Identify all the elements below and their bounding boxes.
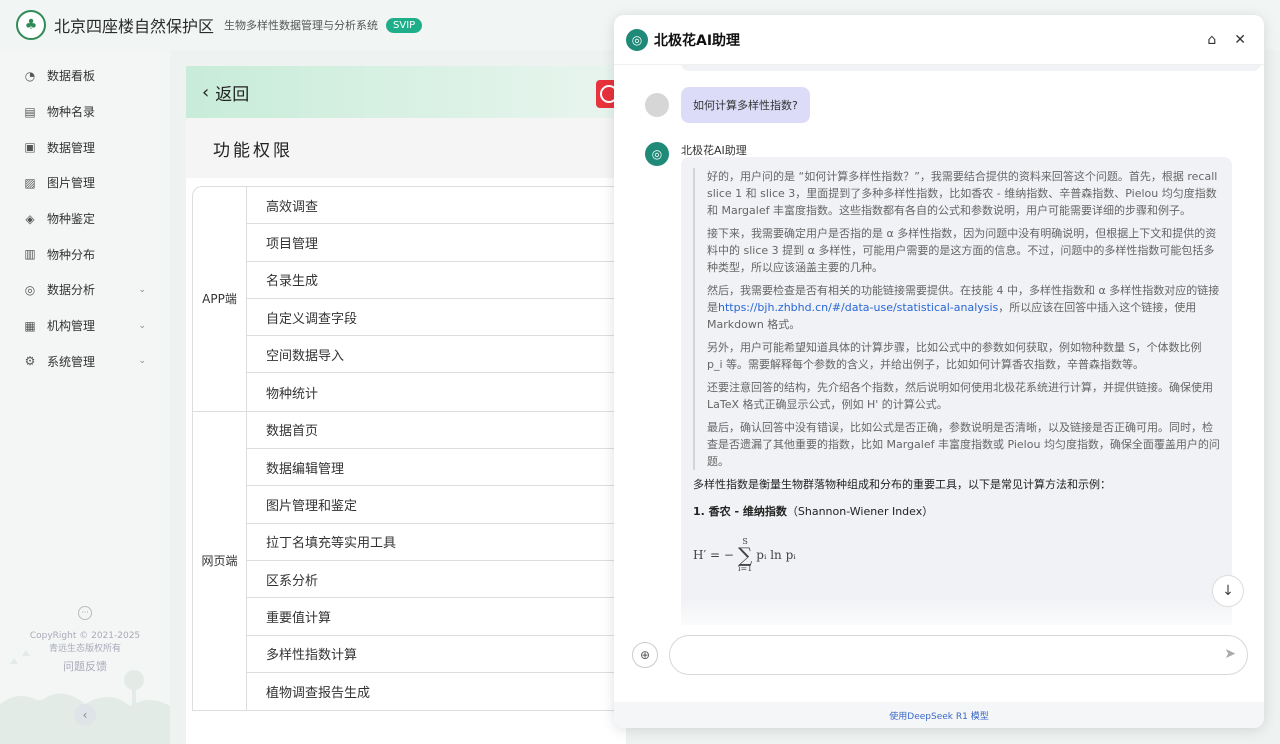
chevron-down-icon: ⌄ (138, 356, 146, 367)
answer-intro: 多样性指数是衡量生物群落物种组成和分布的重要工具，以下是常见计算方法和示例： (693, 478, 1111, 491)
user-question: 如何计算多样性指数? (681, 87, 810, 123)
image-icon: ▨ (24, 175, 36, 190)
chevron-down-icon: ⌄ (138, 284, 146, 295)
tree-logo-icon: ♣ (16, 10, 46, 40)
model-note[interactable]: 使用DeepSeek R1 模型 (614, 702, 1264, 728)
reasoning-paragraph: 还要注意回答的结构，先介绍各个指数，然后说明如何使用北极花系统进行计算，并提供链… (707, 381, 1213, 411)
permission-row: 图片管理和鉴定 (247, 486, 626, 524)
bot-answer-card: 好的，用户问的是 “如何计算多样性指数？”，我需要结合提供的资料来回答这个问题。… (681, 157, 1232, 625)
sidebar-item[interactable]: ▥ 物种分布 (0, 236, 170, 272)
chat-input[interactable] (669, 635, 1248, 675)
sidebar-item[interactable]: ▤ 物种名录 (0, 94, 170, 130)
permission-group: 网页端 数据首页 数据编辑管理 图片管理和鉴定 拉丁名填充等实用工具 区系分析 重要值计算多… (193, 411, 626, 712)
permission-row: 区系分析 (247, 561, 626, 599)
send-icon[interactable]: ➤ (1224, 646, 1236, 662)
chat-input-row: ⊕ ➤ (632, 634, 1248, 676)
directory-icon: ▤ (24, 104, 36, 119)
back-bar: ‹ 返回 (186, 66, 626, 118)
permission-row: 高效调查 (247, 187, 626, 225)
gear-icon: ⚙ (24, 354, 36, 369)
reasoning-block: 好的，用户问的是 “如何计算多样性指数？”，我需要结合提供的资料来回答这个问题。… (693, 168, 1220, 470)
permission-row: 名录生成 (247, 262, 626, 299)
ai-assistant-panel: ◎ 北极花AI助理 ⌂ ✕ 如何计算多样性指数? ◎ 北极花AI助理 好的，用户… (614, 15, 1264, 728)
sidebar-item-label: 数据分析 (47, 283, 96, 298)
permission-row: 物种统计 (266, 386, 319, 402)
user-message: 如何计算多样性指数? (645, 87, 810, 123)
sidebar: ◔ 数据看板 ▤ 物种名录 ▣ 数据管理 ▨ 图片管理 ◈ 物种鉴定 ▥ 物种分布 ◎ 数据分析 ⌄ ▦ 机构管… (0, 50, 170, 744)
chevron-down-icon: ⌄ (138, 320, 146, 331)
sidebar-item-label: 物种鉴定 (47, 212, 96, 227)
previous-message-bubble (681, 65, 1261, 71)
scroll-down-button[interactable]: ↓ (1212, 575, 1244, 607)
bot-name: 北极花AI助理 (681, 144, 747, 157)
group-label: APP端 (193, 187, 247, 411)
permission-row: 数据编辑管理 (247, 449, 626, 487)
reasoning-paragraph: 然后，我需要检查是否有相关的功能链接需要提供。在技能 4 中，多样性指数和 α … (707, 284, 1220, 331)
shannon-formula: H′ = − S ∑ i=1 pᵢ ln pᵢ (693, 537, 796, 573)
identify-icon: ◈ (25, 211, 35, 226)
reasoning-paragraph: 接下来，我需要确定用户是否指的是 α 多样性指数，因为问题中没有明确说明，但根据… (707, 227, 1217, 274)
permission-row: 多样性指数计算 (247, 636, 626, 673)
answer-heading: 1. 香农 - 维纳指数（Shannon-Wiener Index） (693, 505, 934, 518)
system-subtitle: 生物多样性数据管理与分析系统 (224, 19, 379, 32)
permission-row: 自定义调查字段 (247, 299, 626, 337)
sidebar-item-label: 图片管理 (47, 176, 96, 191)
permission-row: 植物调查报告生成 (266, 686, 371, 701)
reasoning-paragraph: 好的，用户问的是 “如何计算多样性指数？”，我需要结合提供的资料来回答这个问题。… (707, 170, 1218, 217)
sidebar-item-label: 数据看板 (47, 69, 96, 84)
reasoning-paragraph: 最后，确认回答中没有错误，比如公式是否正确，参数说明是否清晰，以及链接是否正确可… (707, 421, 1220, 468)
ai-panel-title: 北极花AI助理 (654, 32, 741, 49)
back-arrow-icon[interactable]: ‹ (202, 82, 209, 103)
collapse-sidebar-button[interactable]: ‹ (74, 704, 96, 726)
new-chat-icon[interactable]: ⊕ (632, 642, 658, 668)
section-title: 功能权限 (186, 118, 626, 178)
back-button[interactable]: 返回 (215, 80, 249, 105)
analysis-icon: ◎ (24, 282, 36, 297)
reasoning-paragraph: 另外，用户可能希望知道具体的计算步骤，比如公式中的参数如何获取，例如物种数量 S… (707, 341, 1202, 371)
permission-row: 数据首页 (247, 412, 626, 450)
ai-panel-header: ◎ 北极花AI助理 ⌂ ✕ (614, 15, 1264, 65)
statistical-analysis-link[interactable]: https://bjh.zhbhd.cn/#/data-use/statisti… (718, 301, 998, 314)
sidebar-item[interactable]: ◔ 数据看板 (0, 58, 170, 94)
permission-row: 空间数据导入 (247, 336, 626, 374)
sidebar-item[interactable]: ▣ 数据管理 (0, 129, 170, 165)
sidebar-item[interactable]: ▦ 机构管理 ⌄ (0, 308, 170, 344)
bot-avatar-icon: ◎ (645, 142, 669, 166)
org-icon: ▦ (24, 318, 36, 333)
group-label: 网页端 (193, 411, 247, 711)
close-icon[interactable]: ✕ (1234, 32, 1246, 48)
user-avatar (645, 93, 669, 117)
main-content: ‹ 返回 功能权限 APP端 高效调查 项目管理 名录生成 自定义调查字段 空间数据导入物… (186, 66, 626, 744)
sidebar-item[interactable]: ◎ 数据分析 ⌄ (0, 272, 170, 308)
sidebar-item-label: 物种分布 (47, 247, 96, 262)
sidebar-item-label: 物种名录 (47, 105, 96, 120)
ai-logo-icon: ◎ (626, 28, 648, 51)
data-icon: ▣ (24, 140, 36, 155)
permission-row: 重要值计算 (247, 598, 626, 636)
chat-area[interactable]: 如何计算多样性指数? ◎ 北极花AI助理 好的，用户问的是 “如何计算多样性指数… (614, 65, 1264, 625)
permission-row: 拉丁名填充等实用工具 (247, 524, 626, 561)
permission-row: 项目管理 (247, 224, 626, 262)
sidebar-item[interactable]: ⚙ 系统管理 ⌄ (0, 344, 170, 380)
brand-title: 北京四座楼自然保护区 (54, 17, 215, 36)
permission-table: APP端 高效调查 项目管理 名录生成 自定义调查字段 空间数据导入物种统计网页端 数据首页… (192, 186, 626, 712)
svip-badge: SVIP (386, 17, 423, 33)
briefcase-icon[interactable]: ⌂ (1207, 32, 1216, 48)
sidebar-item-label: 数据管理 (47, 140, 96, 155)
sidebar-item-label: 系统管理 (47, 354, 96, 369)
sidebar-item-label: 机构管理 (47, 319, 96, 334)
sidebar-item[interactable]: ◈ 物种鉴定 (0, 201, 170, 237)
sidebar-item[interactable]: ▨ 图片管理 (0, 165, 170, 201)
dashboard-icon: ◔ (24, 68, 36, 83)
permission-group: APP端 高效调查 项目管理 名录生成 自定义调查字段 空间数据导入物种统计 (193, 187, 626, 412)
map-icon: ▥ (24, 247, 36, 262)
